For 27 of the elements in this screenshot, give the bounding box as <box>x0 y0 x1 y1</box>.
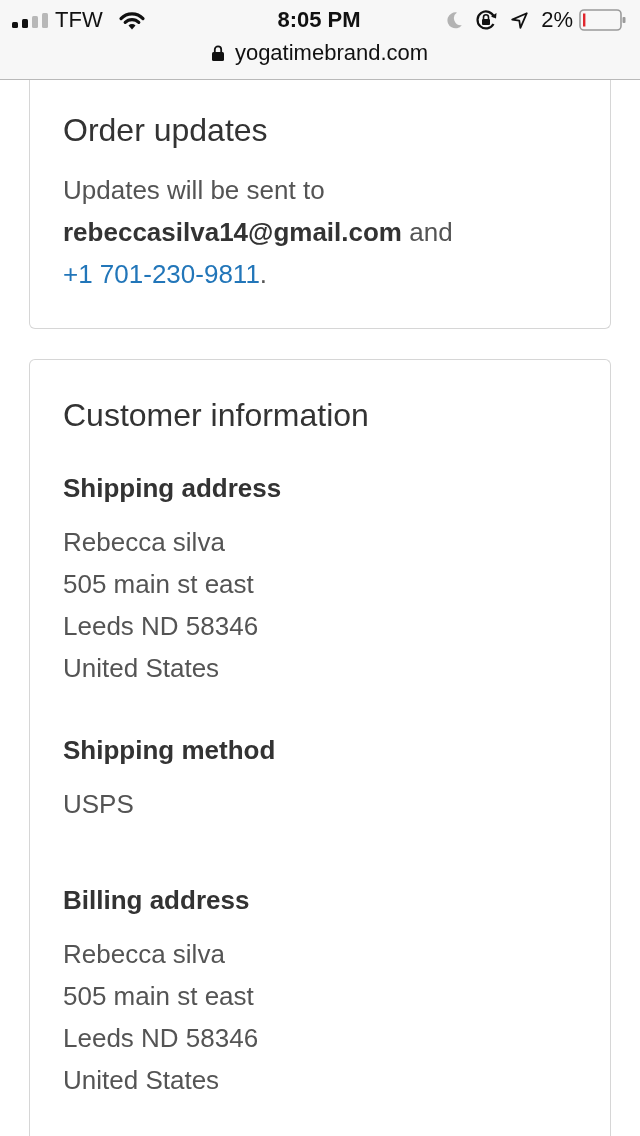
address-line: United States <box>63 652 220 685</box>
address-line: United States <box>63 1064 220 1097</box>
status-time: 8:05 PM <box>277 7 361 33</box>
address-line: Leeds ND 58346 <box>63 610 259 643</box>
address-line: 505 main st east <box>63 980 254 1013</box>
address-line: 505 main st east <box>63 568 254 601</box>
address-line: Rebecca silva <box>63 938 225 971</box>
update-message: Updates will be sent to rebeccasilva14@gmail.com and +1 701-230-9811. <box>63 174 454 291</box>
subsection-heading: Shipping method <box>63 734 277 767</box>
carrier-name: TFW <box>55 7 103 33</box>
subsection-heading: Shipping address <box>63 472 283 505</box>
rotation-lock-icon <box>475 9 498 31</box>
url-text: yogatimebrand.com <box>234 40 429 66</box>
address-line: Leeds ND 58346 <box>63 1022 259 1055</box>
lock-icon <box>211 45 224 61</box>
phone-link[interactable]: +1 701-230-9811 <box>63 259 260 289</box>
moon-icon <box>447 11 463 29</box>
wifi-icon <box>117 10 146 30</box>
battery-percent: 2% <box>541 7 573 33</box>
battery-icon <box>579 9 626 31</box>
subsection-heading: Billing address <box>63 884 251 917</box>
location-arrow-icon <box>511 11 529 29</box>
signal-icon <box>12 12 48 28</box>
section-title: Customer information <box>63 396 370 435</box>
section-title: Order updates <box>63 111 269 150</box>
address-line: Rebecca silva <box>63 526 225 559</box>
shipping-method-text: USPS <box>63 788 134 821</box>
